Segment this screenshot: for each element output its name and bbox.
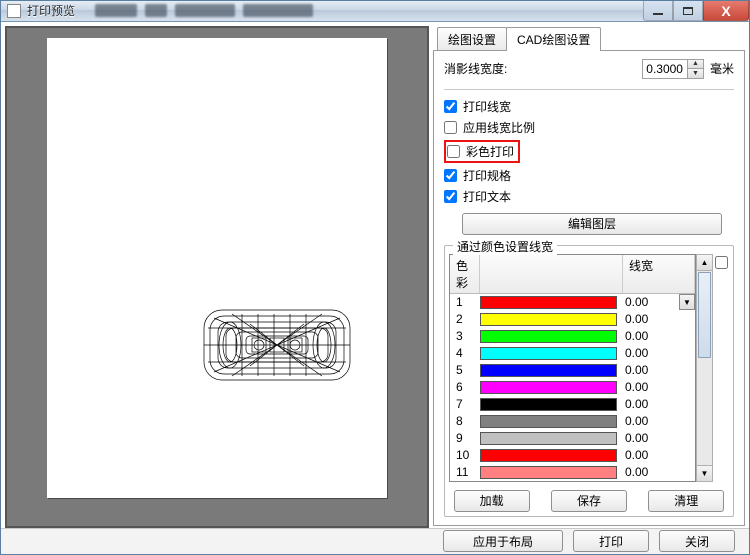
window-title: 打印预览 <box>27 2 75 19</box>
save-button[interactable]: 保存 <box>551 490 627 512</box>
color-swatch[interactable] <box>480 364 617 377</box>
check-apply-lw-scale[interactable]: 应用线宽比例 <box>444 119 734 136</box>
group-legend: 通过颜色设置线宽 <box>453 238 557 255</box>
row-linewidth[interactable]: 0.00 <box>623 346 695 360</box>
background-window-hint <box>95 4 313 17</box>
color-swatch[interactable] <box>480 313 617 326</box>
spinner-up[interactable]: ▲ <box>688 60 703 69</box>
check-apply-lw-scale-box[interactable] <box>444 121 457 134</box>
close-button[interactable]: X <box>703 1 749 21</box>
check-print-text-box[interactable] <box>444 190 457 203</box>
row-linewidth[interactable]: 0.00 <box>623 448 695 462</box>
edit-layers-button[interactable]: 编辑图层 <box>462 213 722 235</box>
tab-cad-plot-settings[interactable]: CAD绘图设置 <box>506 27 601 51</box>
settings-panel: 绘图设置 CAD绘图设置 消影线宽度: ▲ ▼ 毫米 <box>433 26 745 528</box>
divider <box>444 89 734 90</box>
scroll-thumb[interactable] <box>698 272 711 358</box>
titlebar[interactable]: 打印预览 X <box>1 1 749 22</box>
row-index: 5 <box>450 363 480 377</box>
print-button[interactable]: 打印 <box>573 530 649 552</box>
row-index: 3 <box>450 329 480 343</box>
table-row[interactable]: 1 0.00▼ <box>450 294 695 311</box>
spinner-down[interactable]: ▼ <box>688 68 703 78</box>
check-print-spec-box[interactable] <box>444 169 457 182</box>
check-color-print-box[interactable] <box>447 145 460 158</box>
check-color-print[interactable]: 彩色打印 <box>444 140 520 163</box>
dialog-close-button[interactable]: 关闭 <box>659 530 735 552</box>
row-linewidth[interactable]: 0.00▼ <box>623 295 695 309</box>
check-print-linewidth[interactable]: 打印线宽 <box>444 98 734 115</box>
apply-layout-button[interactable]: 应用于布局 <box>443 530 563 552</box>
clear-button[interactable]: 清理 <box>648 490 724 512</box>
color-swatch[interactable] <box>480 466 617 479</box>
check-print-text[interactable]: 打印文本 <box>444 188 734 205</box>
unit-label: 毫米 <box>710 60 734 77</box>
tab-strip: 绘图设置 CAD绘图设置 <box>433 26 745 50</box>
print-preview-window: 打印预览 X <box>0 0 750 555</box>
row-index: 10 <box>450 448 480 462</box>
car-wireframe <box>201 308 353 382</box>
row-index: 6 <box>450 380 480 394</box>
row-linewidth[interactable]: 0.00 <box>623 312 695 326</box>
dialog-footer: 应用于布局 打印 关闭 <box>1 528 749 554</box>
hidden-line-width-input[interactable] <box>643 62 687 76</box>
row-linewidth[interactable]: 0.00 <box>623 363 695 377</box>
table-row[interactable]: 60.00 <box>450 379 695 396</box>
table-row[interactable]: 90.00 <box>450 430 695 447</box>
table-scrollbar[interactable]: ▲ ▼ <box>696 254 713 482</box>
row-linewidth[interactable]: 0.00 <box>623 414 695 428</box>
table-row[interactable]: 30.00 <box>450 328 695 345</box>
color-swatch[interactable] <box>480 415 617 428</box>
th-color-swatch[interactable] <box>480 255 623 293</box>
preview-area <box>5 26 429 528</box>
check-print-linewidth-box[interactable] <box>444 100 457 113</box>
maximize-button[interactable] <box>673 1 703 21</box>
row-index: 2 <box>450 312 480 326</box>
tab-plot-settings[interactable]: 绘图设置 <box>437 27 507 50</box>
color-sync-checkbox[interactable] <box>715 256 728 269</box>
table-row[interactable]: 80.00 <box>450 413 695 430</box>
table-row[interactable]: 50.00 <box>450 362 695 379</box>
th-color-index[interactable]: 色彩 <box>450 255 480 293</box>
row-index: 11 <box>450 465 480 479</box>
preview-page <box>47 38 387 498</box>
scroll-down[interactable]: ▼ <box>697 465 712 481</box>
load-button[interactable]: 加载 <box>454 490 530 512</box>
row-linewidth[interactable]: 0.00 <box>623 465 695 479</box>
row-linewidth[interactable]: 0.00 <box>623 380 695 394</box>
row-linewidth[interactable]: 0.00 <box>623 431 695 445</box>
row-index: 1 <box>450 295 480 309</box>
color-swatch[interactable] <box>480 347 617 360</box>
row-index: 8 <box>450 414 480 428</box>
row-index: 9 <box>450 431 480 445</box>
check-print-spec[interactable]: 打印规格 <box>444 167 734 184</box>
color-swatch[interactable] <box>480 449 617 462</box>
row-linewidth[interactable]: 0.00 <box>623 329 695 343</box>
color-swatch[interactable] <box>480 398 617 411</box>
table-row[interactable]: 40.00 <box>450 345 695 362</box>
color-swatch[interactable] <box>480 381 617 394</box>
row-index: 7 <box>450 397 480 411</box>
row-index: 4 <box>450 346 480 360</box>
scroll-track[interactable] <box>697 271 712 465</box>
th-linewidth[interactable]: 线宽 <box>623 255 695 293</box>
hidden-line-width-label: 消影线宽度: <box>444 60 507 77</box>
lw-dropdown-icon[interactable]: ▼ <box>679 294 695 310</box>
row-linewidth[interactable]: 0.00 <box>623 397 695 411</box>
minimize-button[interactable] <box>643 1 673 21</box>
color-swatch[interactable] <box>480 296 617 309</box>
table-row[interactable]: 110.00 <box>450 464 695 481</box>
hidden-line-width-spinner[interactable]: ▲ ▼ <box>642 59 704 79</box>
table-row[interactable]: 100.00 <box>450 447 695 464</box>
table-row[interactable]: 20.00 <box>450 311 695 328</box>
app-icon <box>7 4 21 18</box>
table-row[interactable]: 70.00 <box>450 396 695 413</box>
color-table[interactable]: 色彩 线宽 10.00▼20.0030.0040.0050.0060.0070.… <box>449 254 696 482</box>
color-linewidth-group: 通过颜色设置线宽 色彩 线宽 10.00▼20.0030.0040.0050.0… <box>444 245 734 517</box>
color-swatch[interactable] <box>480 330 617 343</box>
color-swatch[interactable] <box>480 432 617 445</box>
scroll-up[interactable]: ▲ <box>697 255 712 271</box>
